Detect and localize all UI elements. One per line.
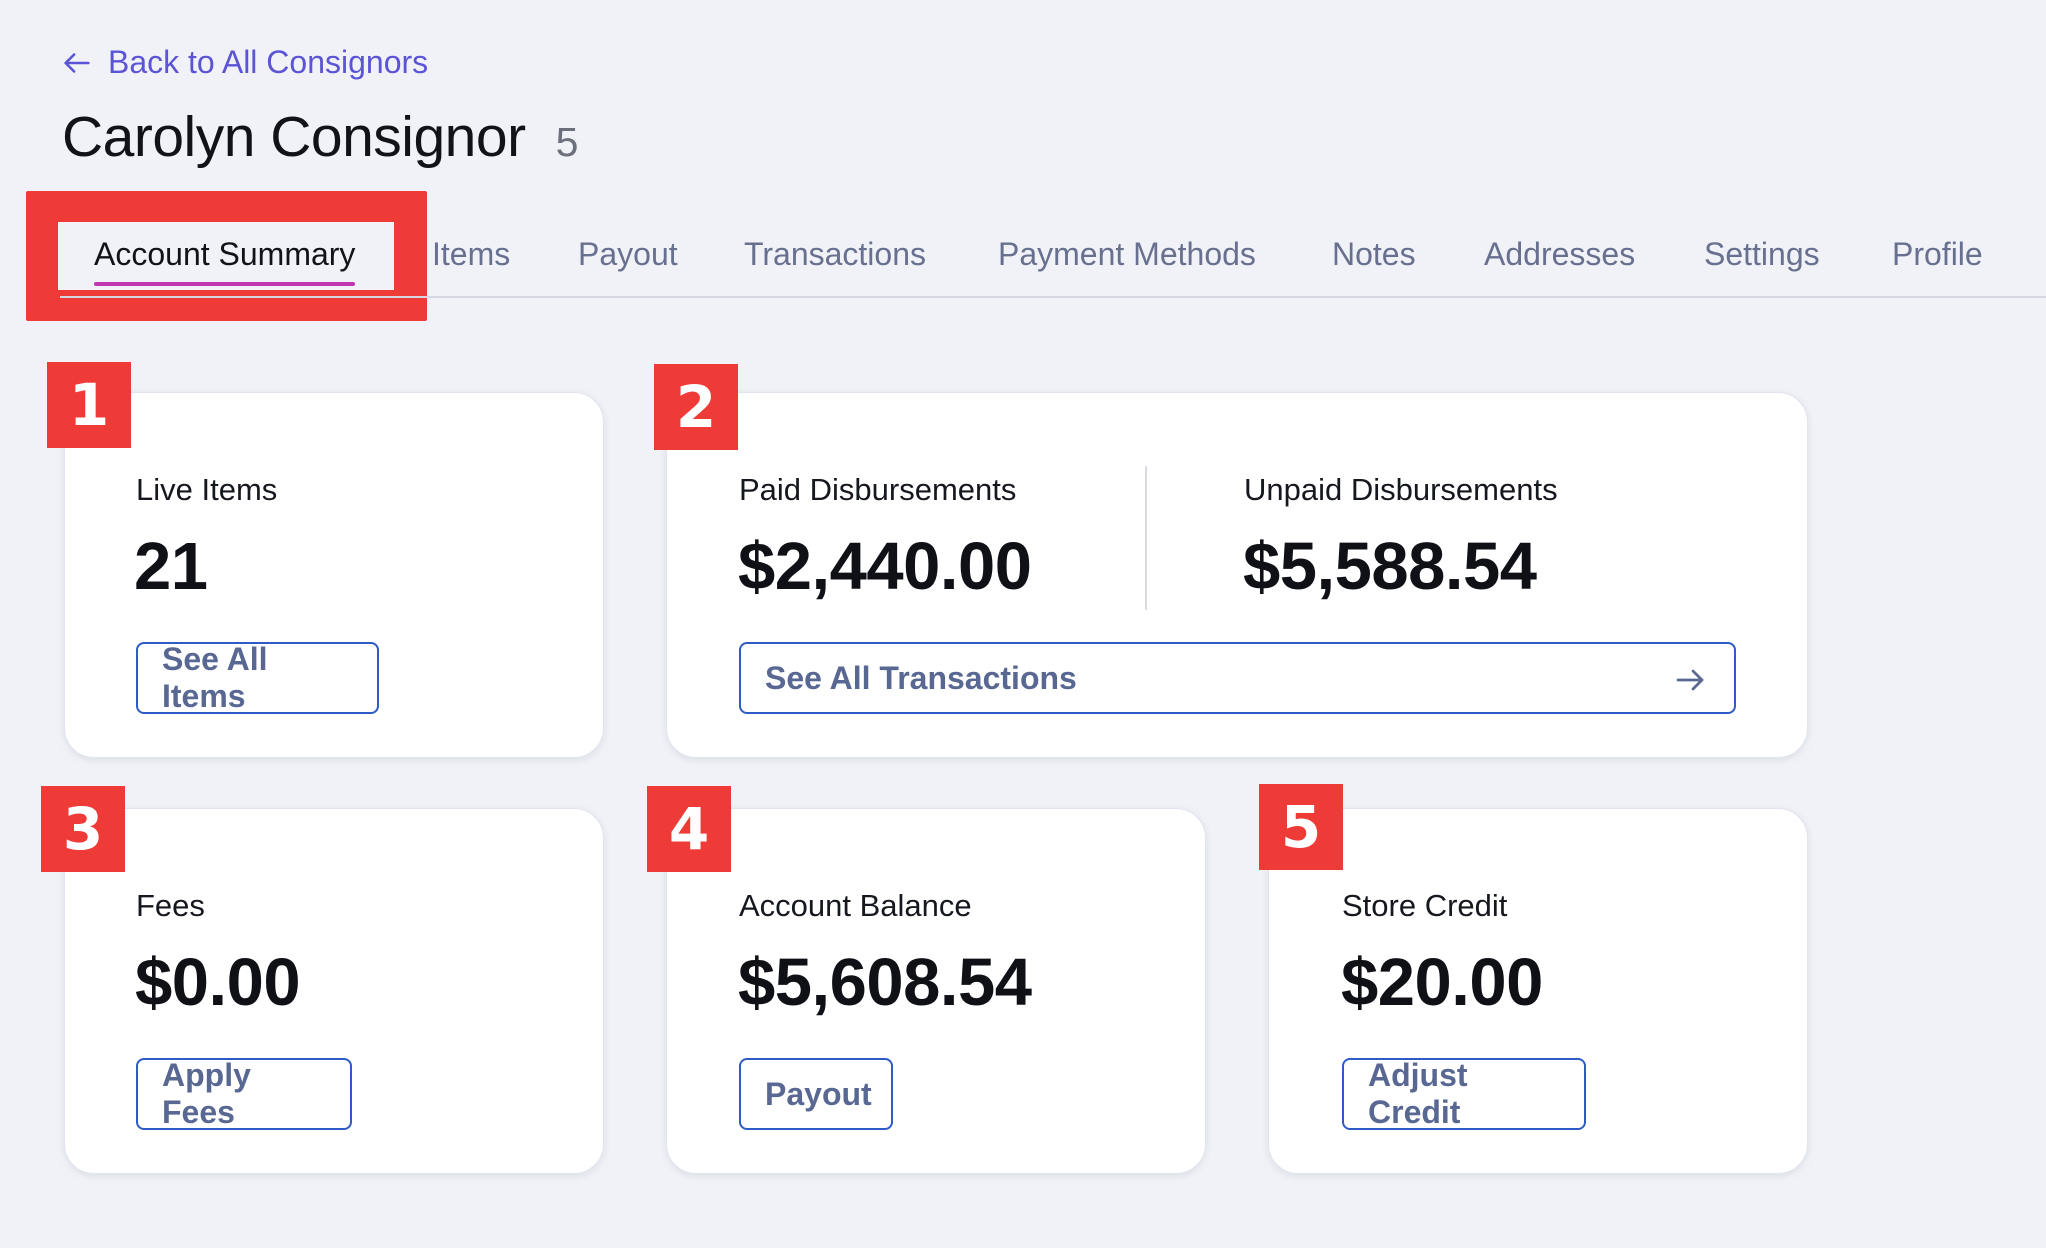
adjust-credit-button[interactable]: Adjust Credit [1342, 1057, 1586, 1130]
tab-notes[interactable]: Notes [1332, 230, 1416, 286]
unpaid-disbursements-value: $5,588.54 [1243, 529, 1537, 604]
item-count-badge: 5 [555, 119, 579, 165]
tab-label: Profile [1892, 236, 1983, 272]
button-label: See All Transactions [765, 659, 1077, 696]
tab-label: Notes [1332, 236, 1416, 272]
arrow-right-icon [1676, 669, 1704, 691]
back-link-label: Back to All Consignors [108, 44, 429, 80]
annotation-badge-2: 2 [654, 364, 738, 450]
store-credit-label: Store Credit [1342, 888, 1508, 923]
button-label: See All Items [162, 641, 268, 714]
button-label: Apply Fees [162, 1057, 251, 1130]
see-all-items-button[interactable]: See All Items [136, 641, 379, 714]
tab-label: Payment Methods [998, 236, 1256, 272]
tab-addresses[interactable]: Addresses [1484, 230, 1635, 286]
live-items-value: 21 [134, 529, 208, 604]
see-all-transactions-button[interactable]: See All Transactions [739, 642, 1736, 714]
page-header: Carolyn Consignor 5 [62, 104, 578, 170]
fees-label: Fees [136, 888, 205, 923]
annotation-badge-1: 1 [47, 362, 131, 448]
annotation-badge-5: 5 [1259, 784, 1343, 870]
tab-label: Addresses [1484, 236, 1636, 272]
back-to-consignors-link[interactable]: Back to All Consignors [60, 44, 428, 81]
account-balance-label: Account Balance [739, 888, 972, 923]
paid-disbursements-label: Paid Disbursements [739, 472, 1017, 507]
account-balance-value: $5,608.54 [738, 945, 1032, 1020]
tab-transactions[interactable]: Transactions [744, 230, 926, 286]
paid-disbursements-value: $2,440.00 [738, 529, 1032, 604]
tab-profile[interactable]: Profile [1892, 230, 1983, 286]
tab-label: Settings [1704, 236, 1820, 272]
tab-label: Payout [578, 236, 678, 272]
disbursements-divider [1145, 466, 1147, 610]
button-label: Adjust Credit [1368, 1057, 1468, 1130]
active-tab-underline [94, 282, 356, 286]
tab-settings[interactable]: Settings [1704, 230, 1820, 286]
tab-bar: Account Summary Items Payout Transaction… [60, 230, 2046, 298]
button-label: Payout [765, 1075, 872, 1112]
tab-label: Account Summary [94, 236, 356, 272]
fees-value: $0.00 [135, 945, 301, 1020]
arrow-left-icon [64, 52, 90, 73]
payout-button[interactable]: Payout [739, 1058, 893, 1130]
page-title: Carolyn Consignor [62, 105, 526, 169]
annotation-badge-3: 3 [41, 786, 125, 872]
tab-items[interactable]: Items [432, 230, 510, 286]
store-credit-value: $20.00 [1341, 945, 1543, 1020]
apply-fees-button[interactable]: Apply Fees [136, 1057, 352, 1130]
tab-label: Transactions [744, 236, 926, 272]
tab-payment-methods[interactable]: Payment Methods [998, 230, 1256, 286]
live-items-label: Live Items [136, 472, 278, 507]
tab-payout[interactable]: Payout [578, 230, 678, 286]
annotation-badge-4: 4 [647, 786, 731, 872]
unpaid-disbursements-label: Unpaid Disbursements [1244, 472, 1558, 507]
tab-label: Items [432, 236, 511, 272]
tab-account-summary[interactable]: Account Summary [94, 230, 356, 286]
